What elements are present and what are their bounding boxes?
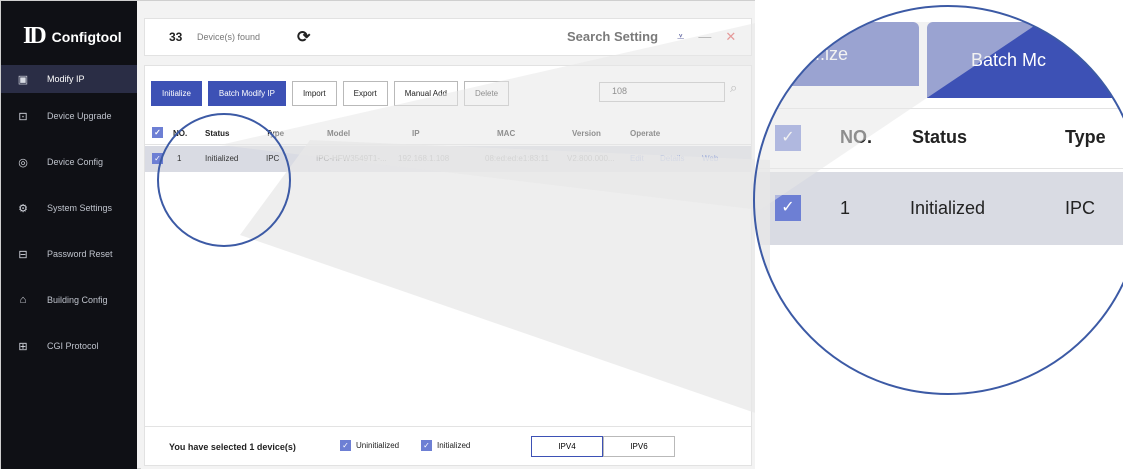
building-icon: ⌂ (19, 294, 27, 306)
details-link[interactable]: Details (660, 154, 684, 163)
main-area: 33 Device(s) found ⟳ Search Setting ⩡ — … (141, 1, 758, 469)
sidebar-item-label: Password Reset (47, 249, 113, 259)
toolbar: Initialize Batch Modify IP Import Export… (151, 81, 510, 106)
refresh-icon[interactable]: ⟳ (297, 27, 310, 47)
row-no: 1 (177, 154, 182, 163)
sidebar-item-label: Building Config (47, 295, 108, 305)
row-ip: 192.168.1.108 (398, 154, 450, 163)
header-ip: IP (412, 129, 420, 138)
row-status: Initialized (205, 154, 239, 163)
row-mac: 08:ed:ed:e1:83:11 (485, 154, 549, 163)
search-icon[interactable]: ⌕ (730, 80, 737, 96)
app-logo: ID Configtool (23, 23, 122, 50)
sidebar-item-label: Device Upgrade (47, 111, 112, 121)
initialized-filter[interactable]: ✓ Initialized (421, 440, 470, 451)
close-icon[interactable]: ✕ (725, 29, 736, 45)
device-count-label: Device(s) found (197, 32, 261, 42)
sidebar-item-system-settings[interactable]: ⚙ System Settings (1, 185, 137, 231)
zoom-header-status: Status (912, 127, 968, 147)
header-version: Version (572, 129, 601, 138)
sidebar: ID Configtool ▣ Modify IP ⊡ Device Upgra… (1, 1, 137, 469)
zoom-header-type: Type (1065, 127, 1106, 147)
zoom-row-type: IPC (1065, 198, 1096, 218)
initialize-button[interactable]: Initialize (151, 81, 202, 106)
header-operate: Operate (630, 129, 661, 138)
sidebar-item-device-upgrade[interactable]: ⊡ Device Upgrade (1, 93, 137, 139)
initialized-label: Initialized (437, 441, 471, 450)
zoom-divider (755, 108, 1123, 109)
batch-modify-ip-button[interactable]: Batch Modify IP (207, 81, 286, 106)
sidebar-item-label: CGI Protocol (47, 341, 99, 351)
web-link[interactable]: Web (702, 154, 718, 163)
device-count: 33 (169, 30, 183, 44)
app-title: Configtool (51, 28, 122, 45)
monitor-icon: ▣ (17, 73, 29, 86)
settings-icon: ⚙ (18, 202, 28, 215)
config-icon: ◎ (18, 156, 28, 169)
select-all-checkbox[interactable]: ✓ (152, 127, 163, 138)
edit-link[interactable]: Edit (630, 154, 644, 163)
header-status: Status (205, 129, 230, 138)
header-model: Model (327, 129, 351, 138)
grid-icon: ⊞ (18, 340, 28, 353)
magnified-content: ..ize Batch Mc ✓ NO. Status Type ✓ 1 Ini… (755, 0, 1123, 469)
row-type: IPC (266, 154, 280, 163)
sidebar-item-label: System Settings (47, 203, 113, 213)
top-bar: 33 Device(s) found ⟳ Search Setting ⩡ — … (144, 18, 752, 56)
zoom-row-no: 1 (840, 198, 851, 218)
sidebar-item-label: Device Config (47, 157, 104, 167)
search-setting-button[interactable]: Search Setting (567, 29, 658, 44)
row-version: V2.800.000... (567, 154, 615, 163)
zoom-batch-modify-tab: Batch Mc (927, 22, 1123, 98)
upgrade-icon: ⊡ (18, 110, 28, 123)
selected-count-text: You have selected 1 device(s) (169, 442, 296, 452)
minimize-icon[interactable]: — (698, 29, 711, 45)
device-panel: Initialize Batch Modify IP Import Export… (144, 65, 752, 466)
magnified-detail: ..ize Batch Mc ✓ NO. Status Type ✓ 1 Ini… (755, 0, 1123, 469)
configtool-window: ID Configtool ▣ Modify IP ⊡ Device Upgra… (0, 0, 758, 469)
uninitialized-label: Uninitialized (356, 441, 400, 450)
zoom-header-divider (755, 168, 1123, 169)
ipv6-tab[interactable]: IPV6 (603, 436, 675, 457)
export-button[interactable]: Export (342, 81, 388, 106)
uninitialized-filter[interactable]: ✓ Uninitialized (340, 440, 399, 451)
table-header: ✓ NO. Status Type Model IP MAC Version O… (145, 121, 751, 145)
manual-add-button[interactable]: Manual Add (393, 81, 458, 106)
row-checkbox[interactable]: ✓ (152, 153, 163, 164)
footer-bar: You have selected 1 device(s) ✓ Uninitia… (145, 426, 751, 466)
zoom-header-no: NO. (840, 127, 873, 147)
zoom-row-checkbox: ✓ (775, 195, 801, 221)
initialized-checkbox[interactable]: ✓ (421, 440, 432, 451)
header-type: Type (266, 129, 285, 138)
table-row[interactable]: ✓ 1 Initialized IPC IPC-HFW3549T1-... 19… (145, 146, 751, 172)
zoom-row-status: Initialized (910, 198, 986, 218)
window-controls: ⩡ — ✕ (677, 29, 736, 45)
sidebar-item-label: Modify IP (47, 74, 85, 84)
screenshot-stage: ID Configtool ▣ Modify IP ⊡ Device Upgra… (0, 0, 1123, 469)
row-model: IPC-HFW3549T1-... (316, 154, 387, 163)
header-no: NO. (173, 129, 188, 138)
sidebar-item-modify-ip[interactable]: ▣ Modify IP (1, 65, 137, 93)
lock-icon: ⊟ (18, 248, 28, 261)
import-button[interactable]: Import (291, 81, 337, 106)
sidebar-nav: ▣ Modify IP ⊡ Device Upgrade ◎ Device Co… (1, 65, 137, 369)
zoom-initialize-tab: ..ize (791, 22, 919, 86)
search-input[interactable]: 108 (599, 82, 725, 102)
sidebar-item-cgi-protocol[interactable]: ⊞ CGI Protocol (1, 323, 137, 369)
delete-button[interactable]: Delete (464, 81, 510, 106)
sidebar-item-password-reset[interactable]: ⊟ Password Reset (1, 231, 137, 277)
header-mac: MAC (497, 129, 516, 138)
uninitialized-checkbox[interactable]: ✓ (340, 440, 351, 451)
zoom-header-checkbox: ✓ (775, 125, 801, 151)
ipv4-tab[interactable]: IPV4 (531, 436, 603, 457)
logo-mark: ID (23, 23, 47, 49)
filter-icon[interactable]: ⩡ (677, 29, 684, 45)
sidebar-item-device-config[interactable]: ◎ Device Config (1, 139, 137, 185)
sidebar-item-building-config[interactable]: ⌂ Building Config (1, 277, 137, 323)
